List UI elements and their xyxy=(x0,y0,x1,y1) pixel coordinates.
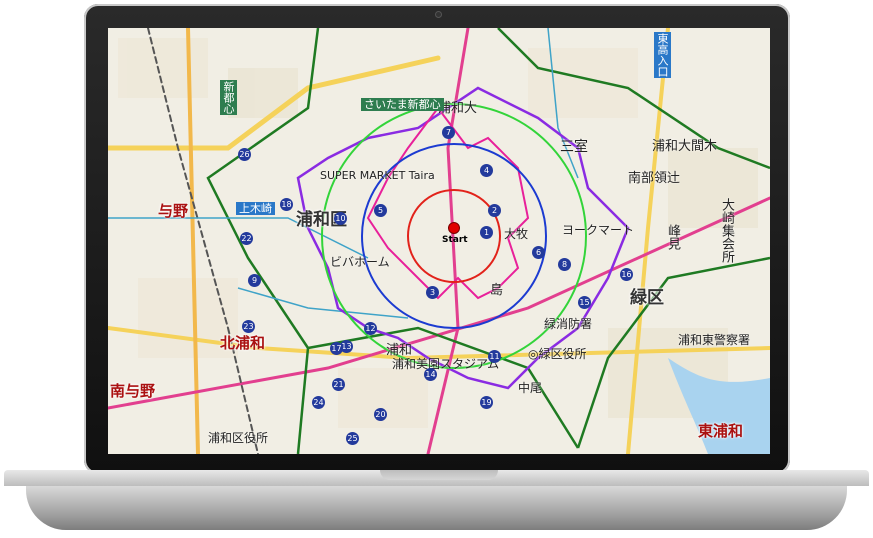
facility-urawa-higashi-police[interactable]: 浦和東警察署 xyxy=(678,334,750,346)
store-badge[interactable]: 22 xyxy=(240,232,253,245)
area-label-oomaki: 大崎集会所 xyxy=(719,198,734,263)
store-badge[interactable]: 6 xyxy=(532,246,545,259)
area-label-kidouji: 峰見 xyxy=(665,224,680,250)
store-badge[interactable]: 8 xyxy=(558,258,571,271)
store-vivahome[interactable]: ビバホーム xyxy=(330,256,390,268)
station-higashi-takasaki[interactable]: 東高入口 xyxy=(654,32,671,78)
laptop-notch xyxy=(380,470,498,480)
start-label: Start xyxy=(442,235,468,245)
store-badge[interactable]: 21 xyxy=(332,378,345,391)
area-label-urawa-dai: 浦和大 xyxy=(438,101,478,116)
area-label-midori-ku: 緑区 xyxy=(630,288,664,308)
facility-akabane: 大牧 xyxy=(504,227,529,241)
store-badge[interactable]: 17 xyxy=(330,342,343,355)
area-label-higashi-urawa: 東浦和 xyxy=(698,422,744,440)
store-badge[interactable]: 14 xyxy=(424,368,437,381)
facility-urawa-ward-office[interactable]: 浦和区役所 xyxy=(208,432,268,444)
store-badge[interactable]: 5 xyxy=(374,204,387,217)
facility-midori-fire[interactable]: 緑消防署 xyxy=(544,318,592,330)
store-badge[interactable]: 23 xyxy=(242,320,255,333)
facility-midori-ward-office[interactable]: ◎緑区役所 xyxy=(528,348,586,360)
store-badge[interactable]: 4 xyxy=(480,164,493,177)
store-badge[interactable]: 2 xyxy=(488,204,501,217)
store-badge[interactable]: 11 xyxy=(488,350,501,363)
station-shinbashi[interactable]: 新都心 xyxy=(220,80,237,115)
store-badge[interactable]: 10 xyxy=(334,212,347,225)
store-badge[interactable]: 26 xyxy=(238,148,251,161)
store-badge[interactable]: 1 xyxy=(480,226,493,239)
camera-icon xyxy=(436,12,441,17)
area-label-minami-yono: 南与野 xyxy=(110,382,156,400)
store-badge[interactable]: 24 xyxy=(312,396,325,409)
store-badge[interactable]: 16 xyxy=(620,268,633,281)
area-label-urawa: 浦和 xyxy=(386,343,413,358)
laptop-base-bottom xyxy=(26,486,847,530)
area-label-misono: 三室 xyxy=(560,139,588,155)
store-badge[interactable]: 25 xyxy=(346,432,359,445)
facility-nakao: 中尾 xyxy=(518,381,543,395)
station-kamikizaki[interactable]: 上木崎 xyxy=(236,202,275,215)
store-badge[interactable]: 7 xyxy=(442,126,455,139)
store-urawa-stadium[interactable]: 浦和美園スタジアム xyxy=(392,358,499,370)
area-label-kita-urawa: 北浦和 xyxy=(220,334,266,352)
store-york-mart[interactable]: ヨークマート xyxy=(562,224,634,236)
store-badge[interactable]: 9 xyxy=(248,274,261,287)
facility-shimizu: 島 xyxy=(490,283,504,298)
store-badge[interactable]: 15 xyxy=(578,296,591,309)
store-badge[interactable]: 18 xyxy=(280,198,293,211)
station-saitama-shintoshin[interactable]: さいたま新都心 xyxy=(361,98,444,111)
start-marker[interactable] xyxy=(448,222,460,234)
area-label-yono: 与野 xyxy=(158,202,189,220)
store-badge[interactable]: 20 xyxy=(374,408,387,421)
store-badge[interactable]: 12 xyxy=(364,322,377,335)
store-badge[interactable]: 19 xyxy=(480,396,493,409)
map-screen[interactable]: 浦和区 緑区 北浦和 南与野 東浦和 与野 浦和大間木 三室 南部領辻 大崎集会… xyxy=(108,28,770,454)
area-label-urawa-oomaki: 浦和大間木 xyxy=(652,139,718,154)
store-super-market[interactable]: SUPER MARKET Taira xyxy=(320,170,435,181)
store-badge[interactable]: 3 xyxy=(426,286,439,299)
area-label-nanbu-ryoushi: 南部領辻 xyxy=(628,171,681,186)
laptop-base xyxy=(4,470,869,532)
